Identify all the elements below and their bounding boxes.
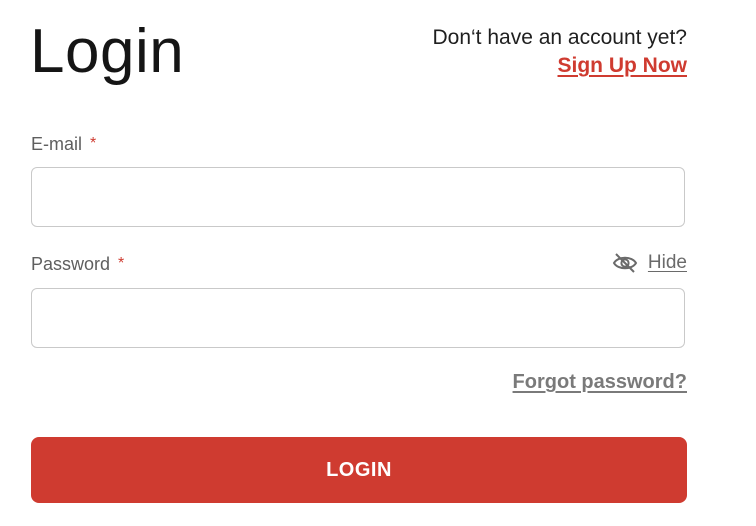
password-label-text: Password [31, 254, 111, 274]
forgot-password-link[interactable]: Forgot password? [513, 371, 687, 394]
signup-prompt: Don‘t have an account yet? [432, 26, 687, 49]
email-required-star: * [90, 135, 97, 152]
email-label-text: E-mail [31, 134, 83, 154]
password-field[interactable] [31, 288, 685, 348]
password-visibility-toggle[interactable]: Hide [612, 252, 687, 274]
email-label: E-mail * [31, 134, 96, 155]
signup-block: Don‘t have an account yet? Sign Up Now [432, 24, 687, 80]
email-field[interactable] [31, 167, 685, 227]
login-button[interactable]: LOGIN [31, 437, 687, 503]
password-required-star: * [118, 255, 125, 272]
hide-label: Hide [647, 252, 687, 273]
sign-up-link[interactable]: Sign Up Now [558, 52, 688, 80]
password-label: Password * [31, 254, 124, 275]
page-title: Login [30, 17, 185, 86]
eye-off-icon [612, 252, 638, 274]
